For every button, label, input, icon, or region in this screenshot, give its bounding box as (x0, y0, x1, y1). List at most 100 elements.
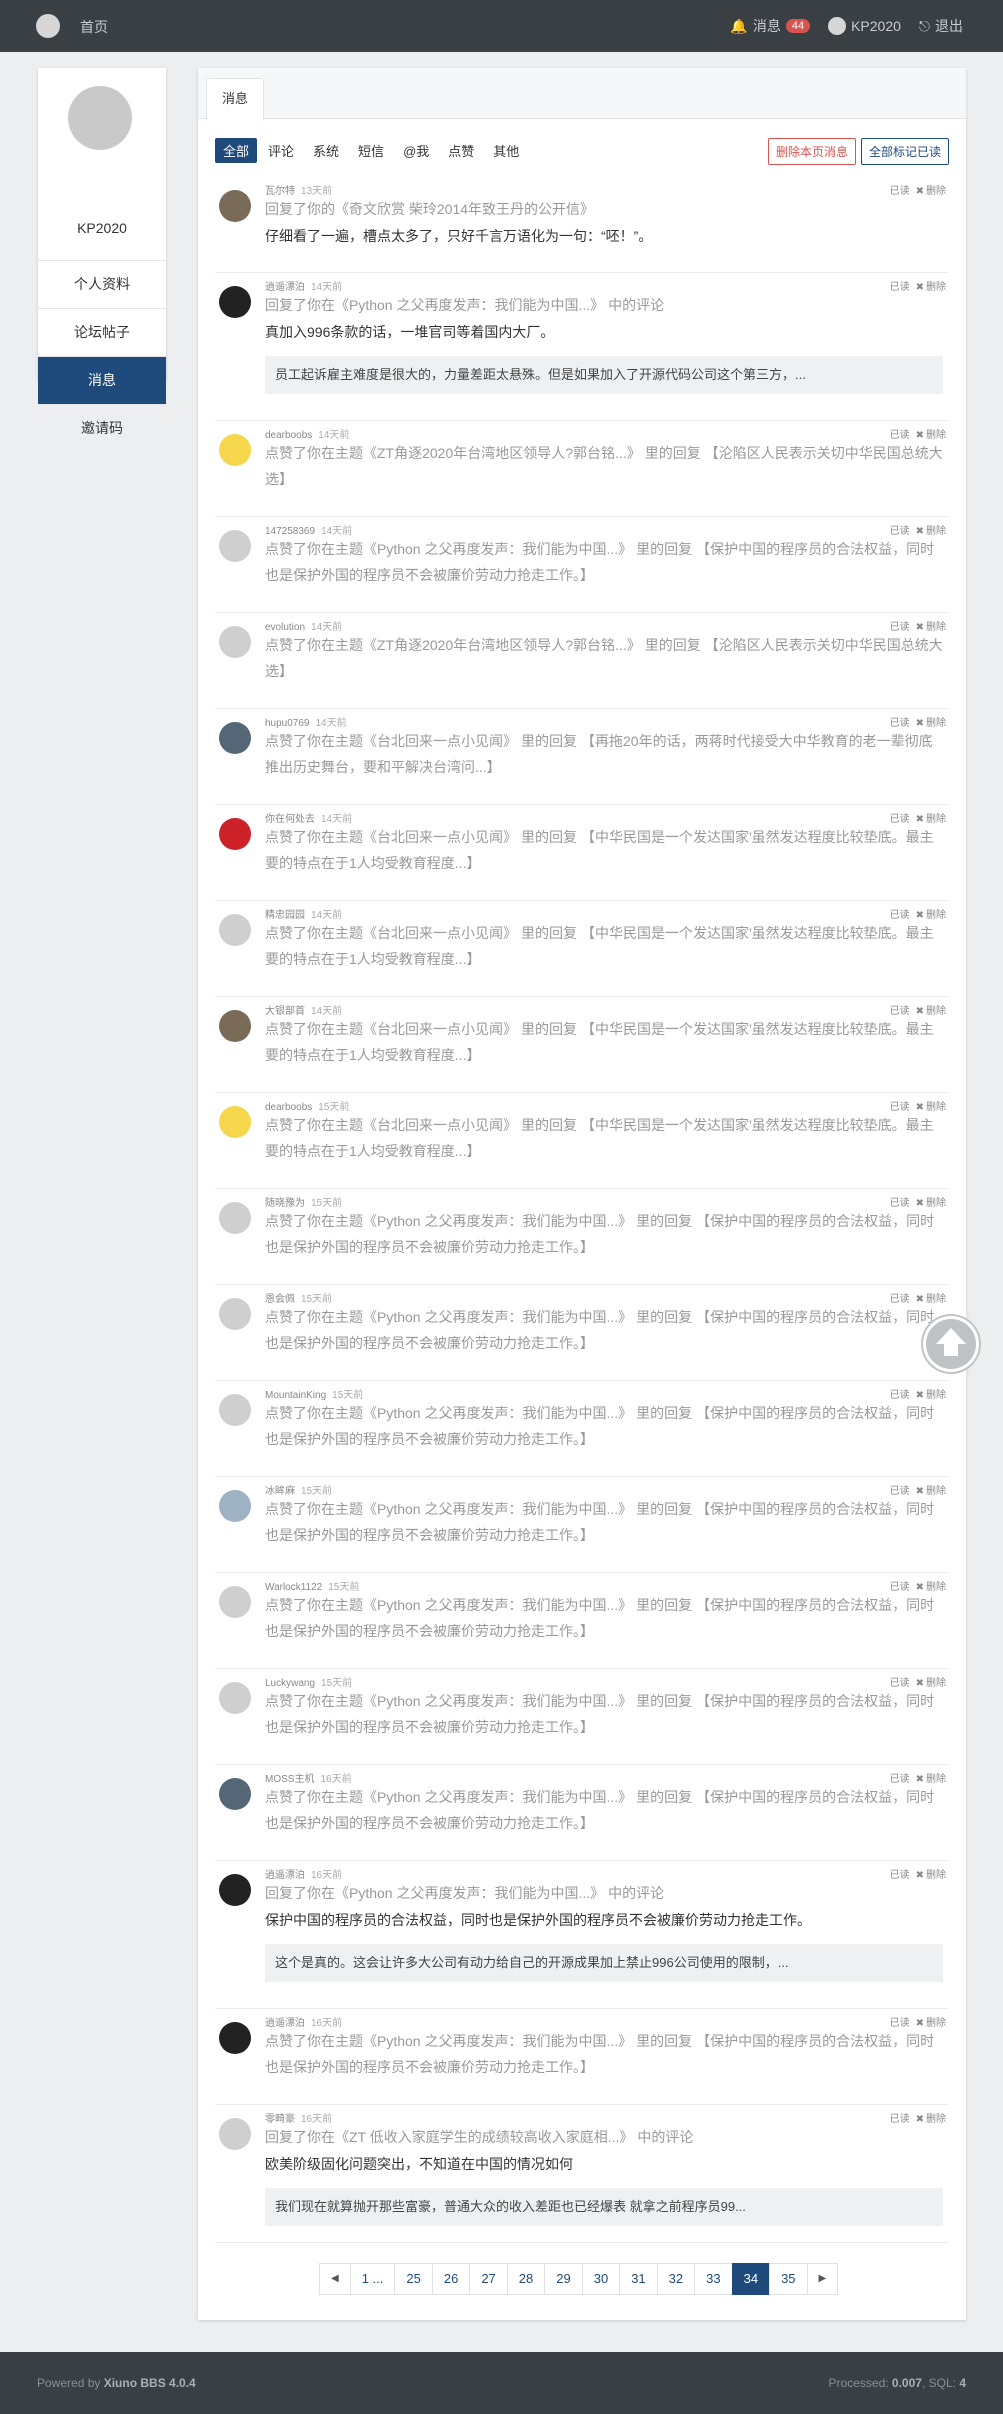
nav-messages[interactable]: 🔔 消息 44 (730, 16, 811, 36)
pagination-page[interactable]: 27 (469, 2263, 508, 2295)
notice-item[interactable]: hupu0769 14天前 已读 ✖ 删除 点赞了你在主题《台北回来一点小见闻》 里的回复【… (215, 708, 949, 805)
notice-username[interactable]: 你在何处去 14天前 (265, 810, 352, 825)
notice-topic-link[interactable]: 《Python 之父再度发声：我们能为中国...》 (363, 1501, 632, 1517)
mark-all-read-button[interactable]: 全部标记已读 (860, 138, 949, 165)
filter-all[interactable]: 全部 (215, 138, 258, 163)
notice-username[interactable]: MountainKing 15天前 (265, 1386, 363, 1401)
notice-username[interactable]: dearboobs 15天前 (265, 1098, 349, 1113)
pagination-page[interactable]: 29 (544, 2263, 583, 2295)
notice-username[interactable]: MOSS主机 16天前 (265, 1770, 352, 1785)
notice-item[interactable]: evolution 14天前 已读 ✖ 删除 点赞了你在主题《ZT角逐2020年台湾地区领… (215, 612, 949, 709)
notice-username[interactable]: 随晓豫为 15天前 (265, 1194, 342, 1209)
filter-pm[interactable]: 短信 (350, 138, 392, 163)
notice-topic-link[interactable]: 《Python 之父再度发声：我们能为中国...》 (363, 1693, 632, 1709)
notice-username[interactable]: 大银部首 14天前 (265, 1002, 342, 1017)
notice-item[interactable]: MOSS主机 16天前 已读 ✖ 删除 点赞了你在主题《Python 之父再度发声：我们能… (215, 1764, 949, 1861)
filter-like[interactable]: 点赞 (440, 138, 482, 163)
pagination-page[interactable]: 26 (431, 2263, 471, 2295)
notice-topic-link[interactable]: 《台北回来一点小见闻》 (363, 925, 517, 941)
notice-item[interactable]: Luckywang 15天前 已读 ✖ 删除 点赞了你在主题《Python 之父再度发声：… (215, 1668, 949, 1765)
notice-username[interactable]: evolution 14天前 (265, 618, 342, 633)
pagination-page[interactable]: 28 (506, 2263, 546, 2295)
notice-quote[interactable]: 这个是真的。这会让许多大公司有动力给自己的开源成果加上禁止996公司使用的限制，… (265, 1944, 943, 1982)
notice-item[interactable]: 147258369 14天前 已读 ✖ 删除 点赞了你在主题《Python 之父再度发声：… (215, 516, 949, 613)
notice-avatar[interactable] (219, 1874, 251, 1906)
notice-username[interactable]: Luckywang 15天前 (265, 1674, 352, 1689)
notice-avatar[interactable] (219, 2118, 251, 2150)
notice-item[interactable]: MountainKing 15天前 已读 ✖ 删除 点赞了你在主题《Python 之父再度… (215, 1380, 949, 1477)
notice-item[interactable]: 冰眸麻 15天前 已读 ✖ 删除 点赞了你在主题《Python 之父再度发声：我们能为中国… (215, 1476, 949, 1573)
sidebar-item-invite-code[interactable]: 邀请码 (38, 404, 166, 452)
notice-avatar[interactable] (219, 1586, 251, 1618)
pagination-prev[interactable]: ◀ (319, 2263, 351, 2295)
notice-item[interactable]: 瓦尔特 13天前 已读 ✖ 删除 回复了你的《奇文欣赏 柴玲2014年致王丹的公开信》 仔细… (215, 176, 949, 273)
notice-username[interactable]: 147258369 14天前 (265, 522, 352, 537)
notice-item[interactable]: 恩会佩 15天前 已读 ✖ 删除 点赞了你在主题《Python 之父再度发声：我们能为中国… (215, 1284, 949, 1381)
nav-logout[interactable]: ⎋ 退出 (919, 16, 963, 36)
pagination-page[interactable]: 35 (769, 2263, 808, 2295)
notice-item[interactable]: dearboobs 15天前 已读 ✖ 删除 点赞了你在主题《台北回来一点小见闻》 里的回复… (215, 1092, 949, 1189)
notice-username[interactable]: 逍遥漂泊 16天前 (265, 1866, 342, 1881)
footer-powered-link[interactable]: Xiuno BBS 4.0.4 (104, 2376, 196, 2390)
notice-avatar[interactable] (219, 914, 251, 946)
notice-topic-link[interactable]: 《Python 之父再度发声：我们能为中国...》 (363, 1405, 632, 1421)
notice-topic-link[interactable]: 《台北回来一点小见闻》 (363, 733, 517, 749)
notice-item[interactable]: 精忠园园 14天前 已读 ✖ 删除 点赞了你在主题《台北回来一点小见闻》 里的回复 【中华民国… (215, 900, 949, 997)
notice-username[interactable]: 精忠园园 14天前 (265, 906, 342, 921)
notice-topic-link[interactable]: 《ZT角逐2020年台湾地区领导人?郭台铭...》 (363, 445, 641, 461)
notice-topic-link[interactable]: 《Python 之父再度发声：我们能为中国...》 (335, 297, 604, 313)
notice-avatar[interactable] (219, 1778, 251, 1810)
notice-username[interactable]: 冰眸麻 15天前 (265, 1482, 332, 1497)
notice-username[interactable]: hupu0769 14天前 (265, 714, 347, 729)
sidebar-item-messages[interactable]: 消息 (38, 356, 166, 404)
notice-quote[interactable]: 员工起诉雇主难度是很大的，力量差距太悬殊。但是如果加入了开源代码公司这个第三方，… (265, 356, 943, 394)
notice-item[interactable]: 大银部首 14天前 已读 ✖ 删除 点赞了你在主题《台北回来一点小见闻》 里的回复 【中华民国… (215, 996, 949, 1093)
notice-topic-link[interactable]: 《Python 之父再度发声：我们能为中国...》 (363, 2033, 632, 2049)
notice-username[interactable]: 瓦尔特 13天前 (265, 182, 332, 197)
notice-avatar[interactable] (219, 286, 251, 318)
notice-quote[interactable]: 我们现在就算抛开那些富豪，普通大众的收入差距也已经爆表 就拿之前程序员99... (265, 2188, 943, 2226)
notice-username[interactable]: Warlock1122 15天前 (265, 1578, 359, 1593)
notice-topic-link[interactable]: 《台北回来一点小见闻》 (363, 829, 517, 845)
notice-item[interactable]: 随晓豫为 15天前 已读 ✖ 删除 点赞了你在主题《Python 之父再度发声：我们能为中… (215, 1188, 949, 1285)
nav-user[interactable]: KP2020 (828, 17, 901, 35)
notice-username[interactable]: 逍遥漂泊 16天前 (265, 2014, 342, 2029)
notice-avatar[interactable] (219, 722, 251, 754)
pagination-page[interactable]: 25 (394, 2263, 433, 2295)
notice-username[interactable]: 逍遥漂泊 14天前 (265, 278, 342, 293)
notice-topic-link[interactable]: 《Python 之父再度发声：我们能为中国...》 (335, 1885, 604, 1901)
notice-topic-link[interactable]: 《台北回来一点小见闻》 (363, 1021, 517, 1037)
pagination-page[interactable]: 30 (581, 2263, 621, 2295)
back-to-top-button[interactable] (923, 1316, 979, 1372)
delete-page-button[interactable]: 删除本页消息 (767, 138, 856, 165)
notice-avatar[interactable] (219, 2022, 251, 2054)
notice-item[interactable]: 零畸豪 16天前 已读 ✖ 删除 回复了你在《ZT 低收入家庭学生的成绩较高收入家庭相..… (215, 2104, 949, 2243)
notice-username[interactable]: dearboobs 14天前 (265, 426, 349, 441)
filter-mention[interactable]: @我 (395, 138, 437, 163)
notice-avatar[interactable] (219, 1682, 251, 1714)
notice-avatar[interactable] (219, 818, 251, 850)
notice-topic-link[interactable]: 《ZT角逐2020年台湾地区领导人?郭台铭...》 (363, 637, 641, 653)
pagination-page[interactable]: 34 (731, 2263, 771, 2295)
notice-avatar[interactable] (219, 1106, 251, 1138)
notice-item[interactable]: 你在何处去 14天前 已读 ✖ 删除 点赞了你在主题《台北回来一点小见闻》 里的回复 【中华民… (215, 804, 949, 901)
notice-item[interactable]: 逍遥漂泊 14天前 已读 ✖ 删除 回复了你在《Python 之父再度发声：我们能为中国.… (215, 272, 949, 421)
notice-item[interactable]: Warlock1122 15天前 已读 ✖ 删除 点赞了你在主题《Python 之父再度发… (215, 1572, 949, 1669)
pagination-page[interactable]: 32 (656, 2263, 696, 2295)
notice-item[interactable]: dearboobs 14天前 已读 ✖ 删除 点赞了你在主题《ZT角逐2020年台湾地区领… (215, 420, 949, 517)
pagination-page[interactable]: 33 (694, 2263, 733, 2295)
notice-avatar[interactable] (219, 190, 251, 222)
notice-topic-link[interactable]: 《台北回来一点小见闻》 (363, 1117, 517, 1133)
pagination-page[interactable]: 31 (619, 2263, 658, 2295)
notice-topic-link[interactable]: 《Python 之父再度发声：我们能为中国...》 (363, 1309, 632, 1325)
notice-avatar[interactable] (219, 626, 251, 658)
notice-avatar[interactable] (219, 1298, 251, 1330)
notice-avatar[interactable] (219, 1010, 251, 1042)
nav-home-link[interactable]: 首页 (80, 17, 108, 37)
filter-comment[interactable]: 评论 (260, 138, 302, 163)
notice-avatar[interactable] (219, 1202, 251, 1234)
notice-avatar[interactable] (219, 434, 251, 466)
notice-topic-link[interactable]: 《Python 之父再度发声：我们能为中国...》 (363, 1597, 632, 1613)
notice-username[interactable]: 零畸豪 16天前 (265, 2110, 332, 2125)
site-logo[interactable] (36, 14, 60, 38)
